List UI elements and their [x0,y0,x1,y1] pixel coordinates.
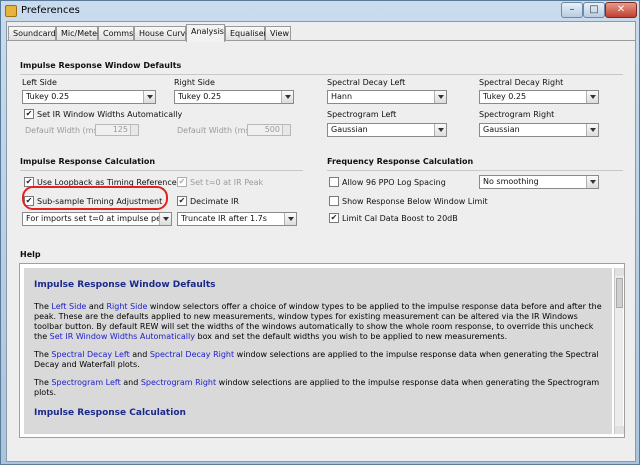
below-limit-label: Show Response Below Window Limit [342,197,488,206]
spectrogram-right-combo[interactable]: Gaussian [479,123,599,137]
default-width-right-label: Default Width (ms) [177,126,253,135]
cal-boost-checkbox[interactable]: ✔ [329,213,339,223]
title-bar[interactable]: Preferences – □ ✕ [1,1,640,21]
help-content[interactable]: Impulse Response Window Defaults The Lef… [24,268,612,434]
spectral-decay-right-value: Tukey 0.25 [483,92,527,101]
t0-peak-label: Set t=0 at IR Peak [190,178,264,187]
separator [20,170,303,171]
chevron-down-icon[interactable] [284,213,296,225]
help-title-irc: Impulse Response Calculation [34,408,186,418]
imports-t0-value: For imports set t=0 at impulse peak [26,214,171,223]
separator [20,74,623,75]
spectral-decay-right-combo[interactable]: Tukey 0.25 [479,90,599,104]
scroll-down-icon[interactable] [615,426,624,434]
left-side-label: Left Side [22,78,57,87]
auto-width-checkbox[interactable]: ✔ [24,109,34,119]
separator [327,170,623,171]
right-side-value: Tukey 0.25 [178,92,222,101]
help-scrollbar[interactable] [614,268,624,434]
chevron-down-icon[interactable] [281,91,293,103]
annotation-highlight [22,186,168,210]
t0-peak-checkbox[interactable]: ✔ [177,177,187,187]
default-width-left-spinner[interactable]: 125 [95,124,139,136]
spinner-arrows-icon[interactable] [282,125,290,135]
chevron-down-icon[interactable] [586,124,598,136]
analysis-panel: Impulse Response Window Defaults Left Si… [7,40,635,461]
ppo-checkbox[interactable] [329,177,339,187]
default-width-left-label: Default Width (ms) [25,126,101,135]
help-title-irw: Impulse Response Window Defaults [34,280,216,290]
truncate-ir-value: Truncate IR after 1.7s [181,214,267,223]
help-link[interactable]: Spectral Decay Right [150,350,234,359]
default-width-left-value: 125 [112,125,128,134]
dialog-client: Soundcard Mic/Meter Comms House Curve An… [6,21,636,462]
spectrogram-left-value: Gaussian [331,125,368,134]
smoothing-combo[interactable]: No smoothing [479,175,599,189]
spectrogram-right-label: Spectrogram Right [479,110,555,119]
tab-analysis[interactable]: Analysis [186,24,225,42]
help-pane: Impulse Response Window Defaults The Lef… [19,263,625,438]
tab-comms[interactable]: Comms [98,26,134,41]
chevron-down-icon[interactable] [586,91,598,103]
help-heading: Help [20,250,41,259]
spectral-decay-left-combo[interactable]: Hann [327,90,447,104]
ppo-label: Allow 96 PPO Log Spacing [342,178,446,187]
help-paragraph: The Spectral Decay Left and Spectral Dec… [34,350,599,369]
default-width-right-value: 500 [264,125,280,134]
preferences-window: Preferences – □ ✕ Soundcard Mic/Meter Co… [0,0,640,465]
help-link[interactable]: Set IR Window Widths Automatically [50,332,195,341]
window-title: Preferences [21,5,80,16]
left-side-combo[interactable]: Tukey 0.25 [22,90,156,104]
help-link[interactable]: Spectrogram Left [51,378,120,387]
scroll-thumb[interactable] [616,278,623,308]
irw-heading: Impulse Response Window Defaults [20,61,182,70]
below-limit-checkbox[interactable] [329,196,339,206]
spectral-decay-left-label: Spectral Decay Left [327,78,406,87]
help-paragraph: The Left Side and Right Side window sele… [34,302,602,341]
smoothing-value: No smoothing [483,177,539,186]
app-icon [5,5,17,17]
spectral-decay-right-label: Spectral Decay Right [479,78,564,87]
help-link[interactable]: Right Side [106,302,147,311]
decimate-label: Decimate IR [190,197,239,206]
tab-soundcard[interactable]: Soundcard [8,26,56,41]
cal-boost-label: Limit Cal Data Boost to 20dB [342,214,458,223]
tab-house-curve[interactable]: House Curve [134,26,190,41]
help-link[interactable]: Left Side [51,302,86,311]
spectrogram-left-combo[interactable]: Gaussian [327,123,447,137]
imports-t0-combo[interactable]: For imports set t=0 at impulse peak [22,212,172,226]
maximize-button[interactable]: □ [583,2,605,18]
frc-heading: Frequency Response Calculation [327,157,474,166]
minimize-button[interactable]: – [561,2,583,18]
right-side-combo[interactable]: Tukey 0.25 [174,90,294,104]
help-link[interactable]: Spectrogram Right [141,378,216,387]
auto-width-label: Set IR Window Widths Automatically [37,110,183,119]
spectrogram-right-value: Gaussian [483,125,520,134]
tab-mic-meter[interactable]: Mic/Meter [56,26,100,41]
chevron-down-icon[interactable] [143,91,155,103]
spectral-decay-left-value: Hann [331,92,353,101]
help-link[interactable]: Spectral Decay Left [51,350,129,359]
truncate-ir-combo[interactable]: Truncate IR after 1.7s [177,212,297,226]
chevron-down-icon[interactable] [434,124,446,136]
decimate-checkbox[interactable]: ✔ [177,196,187,206]
tab-view[interactable]: View [265,26,291,41]
default-width-right-spinner[interactable]: 500 [247,124,291,136]
close-button[interactable]: ✕ [605,2,637,18]
spinner-arrows-icon[interactable] [130,125,138,135]
irc-heading: Impulse Response Calculation [20,157,156,166]
spectrogram-left-label: Spectrogram Left [327,110,397,119]
scroll-up-icon[interactable] [615,268,624,276]
chevron-down-icon[interactable] [586,176,598,188]
help-paragraph: The Spectrogram Left and Spectrogram Rig… [34,378,600,397]
right-side-label: Right Side [174,78,215,87]
chevron-down-icon[interactable] [159,213,171,225]
tab-equaliser[interactable]: Equaliser [225,26,267,41]
tab-strip: Soundcard Mic/Meter Comms House Curve An… [7,24,637,42]
chevron-down-icon[interactable] [434,91,446,103]
left-side-value: Tukey 0.25 [26,92,70,101]
